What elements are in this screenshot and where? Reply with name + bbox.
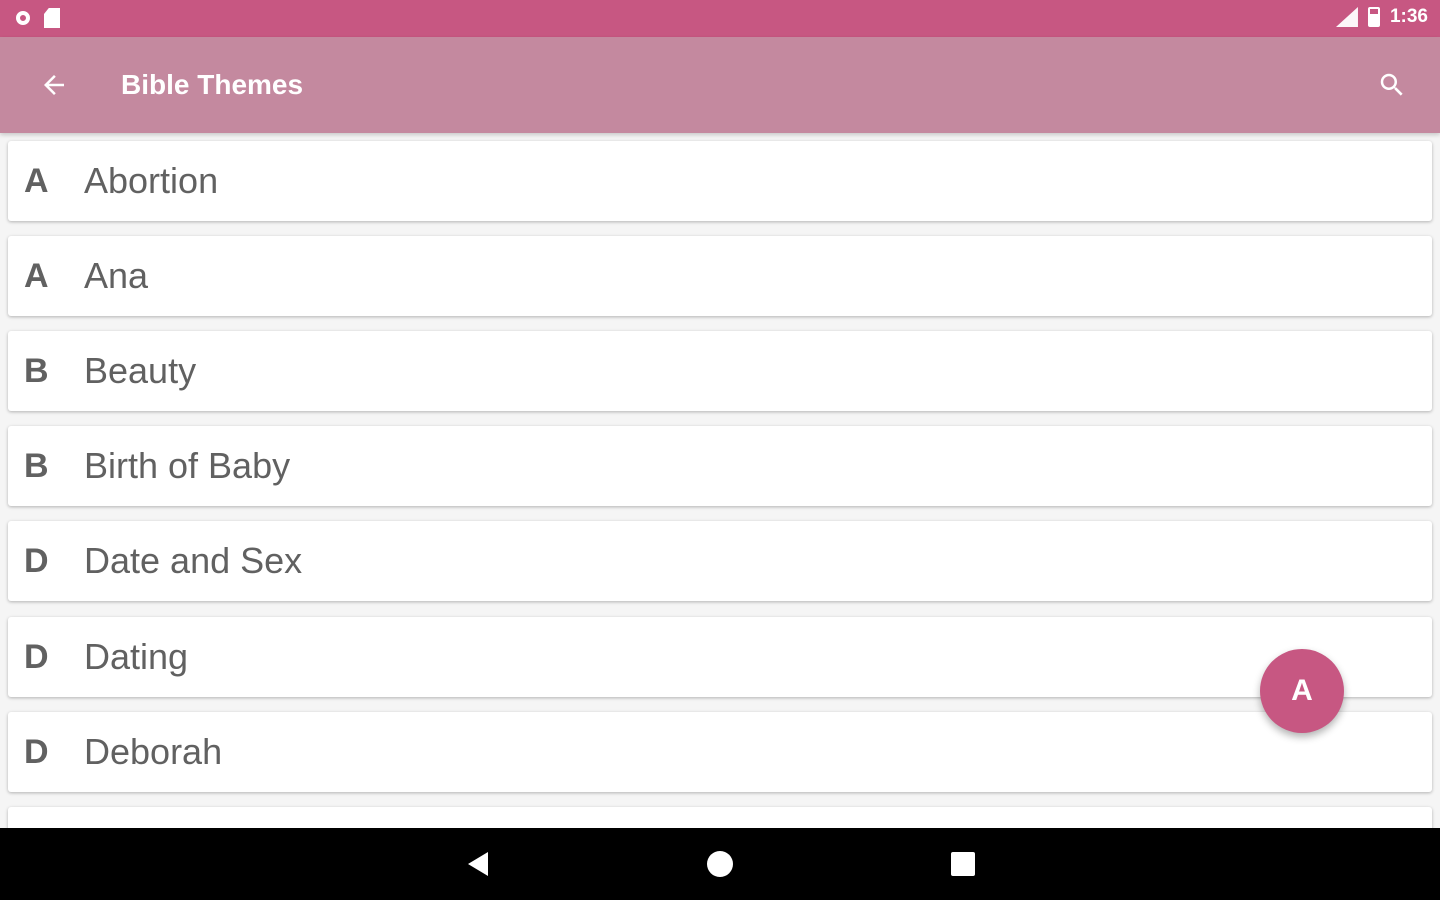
back-button[interactable] [24,61,84,109]
list-item[interactable]: B Beauty [8,331,1432,411]
nav-recents-icon [951,852,975,876]
list-item[interactable]: A Abortion [8,141,1432,221]
list-item[interactable]: B Birth of Baby [8,426,1432,506]
list-item-name: Ana [84,255,149,296]
list-item-letter: A [24,257,49,295]
nav-recents-button[interactable] [945,846,981,882]
list-item-letter: B [24,352,49,390]
list-item-partial[interactable] [8,807,1432,828]
list-item-letter: D [24,733,49,771]
status-right-icons: 1:36 [1335,6,1428,28]
list-item-name: Birth of Baby [84,445,291,486]
list-item[interactable]: D Deborah [8,712,1432,792]
status-time: 1:36 [1389,6,1428,27]
list-item-name: Abortion [84,160,219,201]
toolbar: Bible Themes [0,37,1440,133]
status-left-icons [16,8,60,28]
search-button[interactable] [1368,61,1416,109]
fab-letter-button[interactable]: A [1260,649,1344,733]
list-item[interactable]: D Dating [8,617,1432,697]
search-icon [1380,73,1403,96]
list-item-letter: B [24,447,49,485]
sd-card-icon [44,8,60,28]
themes-list: A Abortion A Ana B Beauty B Birth of Bab… [0,133,1440,828]
list-item-letter: D [24,542,49,580]
list-item[interactable]: D Date and Sex [8,521,1432,601]
nav-back-icon [468,852,488,876]
list-item[interactable]: A Ana [8,236,1432,316]
page-title: Bible Themes [121,69,304,100]
nav-home-icon [707,851,733,877]
battery-icon [1367,7,1380,27]
list-item-name: Dating [84,636,189,677]
list-item-name: Beauty [84,350,197,391]
arrow-back-icon [44,75,64,95]
list-item-letter: D [24,638,49,676]
list-item-letter: A [24,162,49,200]
navigation-bar [0,828,1440,900]
status-bar: 1:36 [0,0,1440,37]
nav-home-button[interactable] [702,846,738,882]
list-item-name: Deborah [84,731,223,772]
nav-back-button[interactable] [460,846,496,882]
signal-icon [1335,7,1358,27]
circle-icon [16,11,30,25]
list-item-name: Date and Sex [84,540,303,581]
